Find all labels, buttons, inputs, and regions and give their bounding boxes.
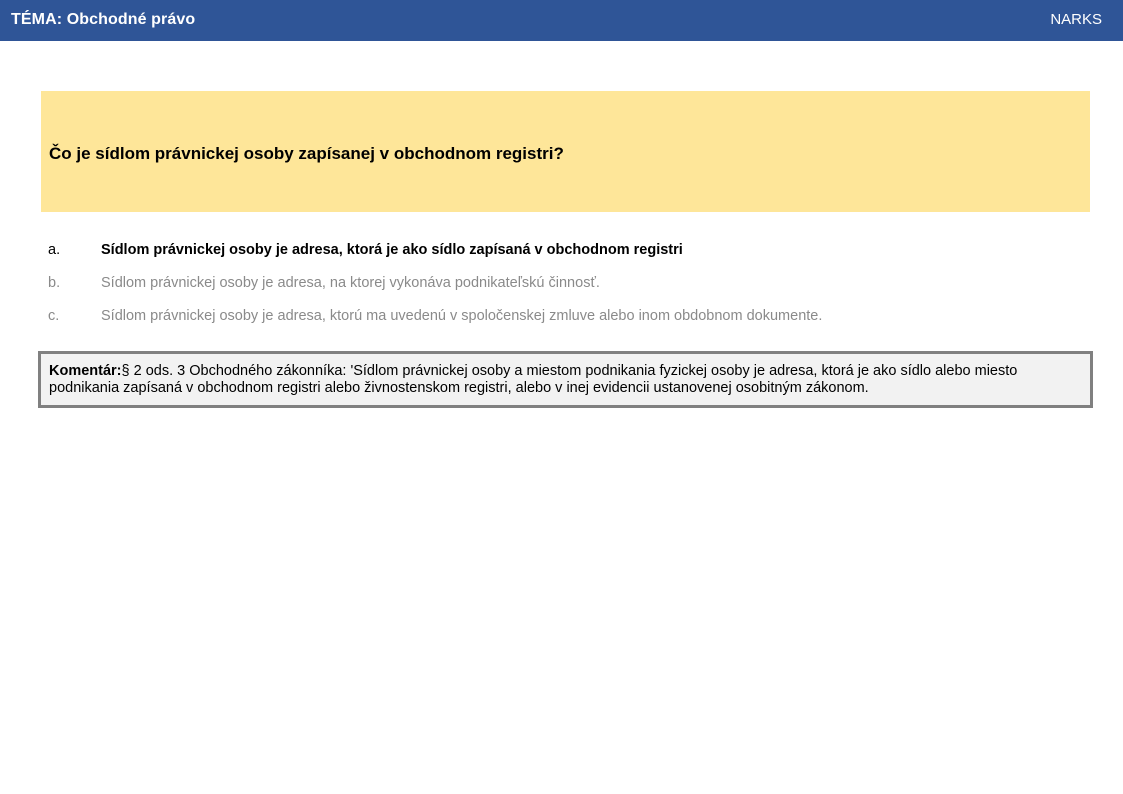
header-bar: TÉMA: Obchodné právo NARKS <box>0 0 1123 41</box>
comment-label: Komentár: <box>49 363 122 379</box>
answer-option-c: c. Sídlom právnickej osoby je adresa, kt… <box>48 306 1088 339</box>
brand-label: NARKS <box>1050 11 1102 28</box>
topic-title: TÉMA: Obchodné právo <box>11 11 196 28</box>
answer-option-a: a. Sídlom právnickej osoby je adresa, kt… <box>48 240 1088 273</box>
answer-letter: c. <box>48 308 60 324</box>
answer-text: Sídlom právnickej osoby je adresa, na kt… <box>101 275 600 291</box>
answer-letter: b. <box>48 275 61 291</box>
answer-option-b: b. Sídlom právnickej osoby je adresa, na… <box>48 273 1088 306</box>
question-text: Čo je sídlom právnickej osoby zapísanej … <box>49 144 564 163</box>
answer-text: Sídlom právnickej osoby je adresa, ktorú… <box>101 308 823 324</box>
answer-text: Sídlom právnickej osoby je adresa, ktorá… <box>101 242 683 258</box>
answer-list: a. Sídlom právnickej osoby je adresa, kt… <box>48 240 1088 339</box>
comment-text: § 2 ods. 3 Obchodného zákonníka: 'Sídlom… <box>49 363 1018 396</box>
comment-box: Komentár:§ 2 ods. 3 Obchodného zákonníka… <box>38 351 1093 408</box>
question-box: Čo je sídlom právnickej osoby zapísanej … <box>41 91 1090 212</box>
answer-letter: a. <box>48 242 61 258</box>
